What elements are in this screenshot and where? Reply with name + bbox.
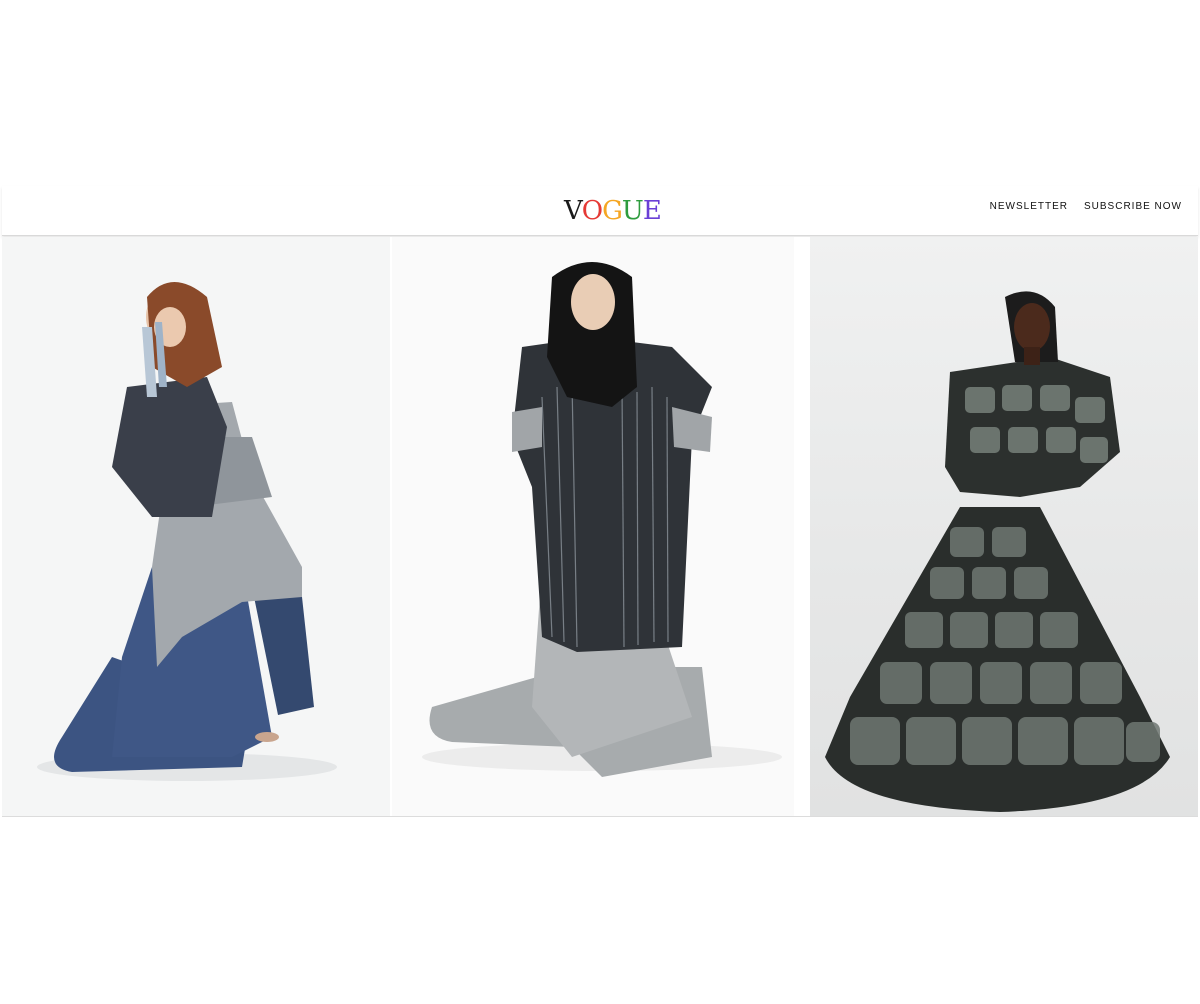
subscribe-now-link[interactable]: SUBSCRIBE NOW <box>1084 201 1182 212</box>
photo-frayed-coat-look <box>422 262 782 777</box>
photo-padded-gown-look <box>825 291 1170 812</box>
vogue-logo[interactable]: VOGUE <box>564 196 662 226</box>
header-nav: NEWSLETTER SUBSCRIBE NOW <box>990 201 1182 212</box>
logo-letter: U <box>621 196 644 226</box>
logo-letter: V <box>564 196 583 226</box>
photo-denim-look <box>37 282 337 781</box>
photo-gallery <box>2 237 1198 817</box>
page: VOGUE NEWSLETTER SUBSCRIBE NOW <box>0 0 1200 1004</box>
gallery-photo-1[interactable] <box>2 237 390 816</box>
gallery-photo-3[interactable] <box>810 237 1198 816</box>
logo-letter: G <box>602 196 623 226</box>
site-header: VOGUE NEWSLETTER SUBSCRIBE NOW <box>2 186 1198 236</box>
gallery-photo-2[interactable] <box>392 237 794 816</box>
logo-letter: O <box>581 196 603 226</box>
newsletter-link[interactable]: NEWSLETTER <box>990 201 1068 212</box>
logo-letter: E <box>642 196 662 226</box>
